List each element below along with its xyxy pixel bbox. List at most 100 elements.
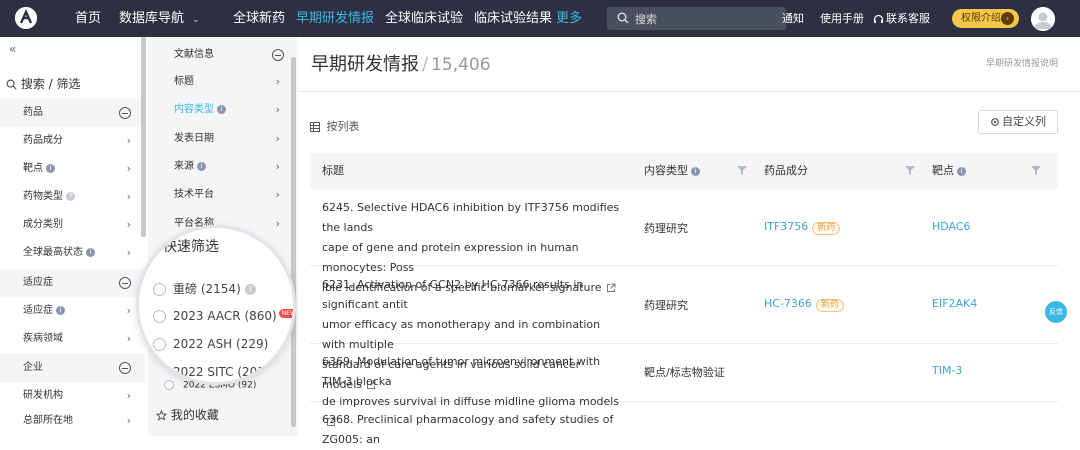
headset-icon	[873, 14, 884, 23]
new-badge: NEW	[278, 309, 293, 318]
filter-indication[interactable]: 适应症 i ›	[0, 297, 145, 325]
row-target[interactable]: EIF2AK4	[932, 297, 977, 310]
filter-content-type[interactable]: 内容类型 i ›	[148, 96, 294, 124]
search-icon	[617, 12, 629, 24]
info-icon: i	[691, 166, 700, 176]
magnified-filter-aacr-2023[interactable]: 2023 AACR (860) NEW	[153, 309, 293, 323]
filter-funnel-icon[interactable]	[1031, 166, 1041, 175]
feedback-button[interactable]: 反馈	[1045, 301, 1067, 323]
magnified-filter-sitc-2022[interactable]: 2022 SITC (203)	[153, 365, 270, 379]
mid-scrollbar[interactable]	[291, 57, 296, 427]
quick-filter-count: (229)	[236, 337, 269, 351]
filter-funnel-icon[interactable]	[905, 166, 915, 175]
radio-button[interactable]	[153, 283, 166, 296]
row-content-type: 药理研究	[644, 299, 688, 312]
search-filter-label: 搜索 / 筛选	[20, 77, 81, 91]
contact-support-link[interactable]: 联系客服	[873, 0, 930, 37]
collapse-minus-icon[interactable]	[119, 277, 131, 289]
filter-source[interactable]: 来源 i ›	[148, 153, 294, 181]
avatar[interactable]	[1031, 7, 1055, 31]
filter-drug-component[interactable]: 药品成分 ›	[0, 127, 145, 155]
magnified-filter-ash-2022[interactable]: 2022 ASH (229)	[153, 337, 268, 351]
filter-global-highest-status[interactable]: 全球最高状态 i ›	[0, 239, 145, 267]
filter-disease-area[interactable]: 疾病领域 ›	[0, 325, 145, 353]
column-header-content-type: 内容类型 i	[644, 153, 700, 189]
row-target[interactable]: TIM-3	[932, 364, 962, 377]
filter-label: 全球最高状态	[23, 247, 83, 258]
filter-funnel-icon[interactable]	[737, 166, 747, 175]
row-title[interactable]: 6368. Preclinical pharmacology and safet…	[322, 410, 642, 450]
filter-label: 适应症	[23, 305, 53, 316]
collapse-minus-icon[interactable]	[119, 107, 131, 119]
filter-component-category[interactable]: 成分类别 ›	[0, 211, 145, 239]
filter-group-literature[interactable]: 文献信息	[148, 41, 294, 69]
notifications-link[interactable]: 通知	[782, 0, 804, 37]
search-placeholder: 搜索	[635, 13, 657, 26]
radio-button[interactable]	[153, 338, 166, 351]
nav-home[interactable]: 首页	[75, 0, 101, 37]
left-scrollbar[interactable]	[141, 37, 146, 237]
left-filter-panel: « 搜索 / 筛选 药品 药品成分 › 靶点 i › 药物类型? › 成分类别 › 全球最…	[0, 37, 148, 436]
list-view-toggle[interactable]: 按列表	[310, 118, 360, 134]
chevron-right-icon: ›	[275, 103, 280, 116]
quick-filter-label: 重磅	[173, 282, 198, 296]
nav-trial-results[interactable]: 临床试验结果	[474, 0, 552, 37]
radio-button[interactable]	[153, 310, 166, 323]
filter-rd-organization[interactable]: 研发机构 ›	[0, 382, 145, 410]
explain-link[interactable]: 早期研发情报说明	[986, 56, 1058, 69]
nav-global-drugs[interactable]: 全球新药	[233, 0, 285, 37]
filter-label: 药品成分	[23, 135, 63, 146]
arrow-right-icon: ›	[1001, 12, 1014, 25]
collapse-icon[interactable]: «	[9, 42, 16, 56]
info-icon: i	[46, 163, 55, 173]
collapse-minus-icon[interactable]	[272, 49, 284, 61]
vip-permission-button[interactable]: 权限介绍 ›	[952, 9, 1019, 28]
user-manual-link[interactable]: 使用手册	[820, 0, 864, 37]
filter-tech-platform[interactable]: 技术平台 ›	[148, 181, 294, 209]
nav-database[interactable]: 数据库导航 ⌄	[119, 0, 200, 37]
title-separator: /	[422, 54, 429, 75]
chevron-right-icon: ›	[275, 75, 280, 88]
chevron-right-icon: ›	[126, 162, 131, 175]
filter-target[interactable]: 靶点 i ›	[0, 155, 145, 183]
my-favorites[interactable]: 我的收藏	[155, 406, 219, 423]
table-row[interactable]: 6231. Activation of GCN2 by HC-7366 resu…	[310, 266, 1058, 391]
logo-icon[interactable]	[15, 7, 37, 29]
filter-title[interactable]: 标题 ›	[148, 68, 294, 96]
custom-columns-label: 自定义列	[1002, 115, 1046, 128]
column-header-title: 标题	[322, 164, 344, 177]
table-row[interactable]: 6368. Preclinical pharmacology and safet…	[310, 402, 1058, 446]
column-label: 靶点	[932, 164, 954, 177]
filter-hq-location[interactable]: 总部所在地 ›	[0, 407, 145, 435]
filter-label: 靶点	[23, 163, 43, 174]
custom-columns-button[interactable]: 自定义列	[978, 110, 1058, 134]
filter-group-indication[interactable]: 适应症	[0, 269, 145, 297]
row-drug[interactable]: ITF3756 新药	[764, 220, 841, 235]
row-target[interactable]: HDAC6	[932, 220, 971, 233]
drug-link[interactable]: ITF3756	[764, 220, 808, 233]
nav-clinical-trials[interactable]: 全球临床试验	[385, 0, 463, 37]
radio-button[interactable]	[153, 366, 166, 379]
table-row[interactable]: 6245. Selective HDAC6 inhibition by ITF3…	[310, 189, 1058, 294]
filter-group-company[interactable]: 企业	[0, 354, 145, 382]
row-drug[interactable]: HC-7366 新药	[764, 297, 844, 312]
table-row[interactable]: 6369. Modulation of tumor microenvironme…	[310, 344, 1058, 426]
search-input[interactable]: 搜索	[607, 7, 786, 30]
drug-link[interactable]: HC-7366	[764, 297, 812, 310]
magnified-filter-blockbuster[interactable]: 重磅 (2154)?	[153, 280, 256, 297]
chevron-down-icon: ⌄	[192, 15, 200, 25]
filter-group-drug[interactable]: 药品	[0, 99, 145, 127]
filter-publish-date[interactable]: 发表日期 ›	[148, 125, 294, 153]
collapse-minus-icon[interactable]	[119, 362, 131, 374]
info-icon: i	[86, 247, 95, 257]
filter-drug-type[interactable]: 药物类型? ›	[0, 183, 145, 211]
page-title: 早期研发情报/15,406	[311, 50, 491, 76]
chevron-right-icon: ›	[126, 134, 131, 147]
my-favorites-label: 我的收藏	[170, 408, 219, 422]
nav-early-rd[interactable]: 早期研发情报	[296, 0, 374, 37]
nav-more[interactable]: 更多	[556, 0, 582, 37]
filter-label: 药物类型	[23, 191, 63, 202]
radio-button[interactable]	[164, 380, 174, 390]
filter-label: 研发机构	[23, 390, 63, 401]
quick-filter-label: 2023 AACR	[173, 309, 241, 323]
